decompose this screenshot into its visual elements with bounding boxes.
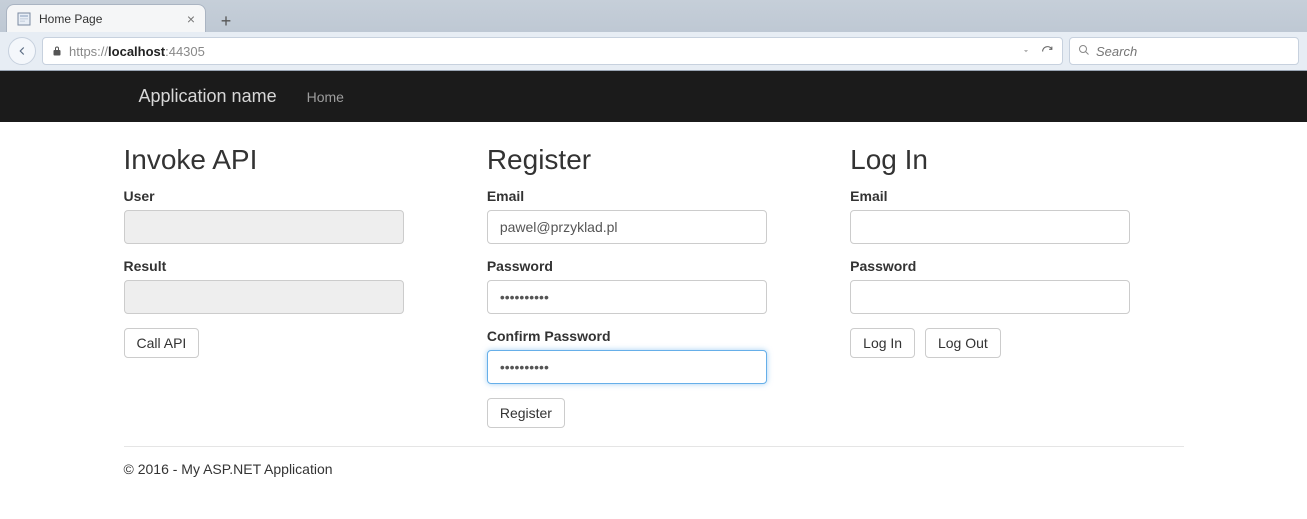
browser-search-input[interactable] <box>1096 44 1290 59</box>
browser-chrome: Home Page × + https://localhost:44305 <box>0 0 1307 71</box>
register-heading: Register <box>487 144 820 176</box>
login-heading: Log In <box>850 144 1183 176</box>
url-controls <box>1021 45 1054 58</box>
reload-icon[interactable] <box>1041 45 1054 58</box>
browser-tab[interactable]: Home Page × <box>6 4 206 32</box>
page-favicon <box>17 12 31 26</box>
register-section: Register Email Password Confirm Password… <box>487 144 820 428</box>
url-toolbar: https://localhost:44305 <box>0 32 1307 70</box>
page-content: Invoke API User Result Call API Register… <box>124 122 1184 509</box>
url-port: :44305 <box>165 44 205 59</box>
footer-divider <box>124 446 1184 447</box>
invoke-heading: Invoke API <box>124 144 457 176</box>
browser-search-box[interactable] <box>1069 37 1299 65</box>
logout-button[interactable]: Log Out <box>925 328 1001 358</box>
url-host: localhost <box>108 44 165 59</box>
tab-strip: Home Page × + <box>0 0 1307 32</box>
nav-link-home[interactable]: Home <box>307 89 344 105</box>
invoke-result-input[interactable] <box>124 280 404 314</box>
register-password-input[interactable] <box>487 280 767 314</box>
invoke-user-label: User <box>124 188 457 204</box>
register-confirm-label: Confirm Password <box>487 328 820 344</box>
app-navbar: Application name Home <box>0 71 1307 122</box>
register-email-input[interactable] <box>487 210 767 244</box>
register-confirm-input[interactable] <box>487 350 767 384</box>
navbar-brand[interactable]: Application name <box>139 86 277 107</box>
login-email-input[interactable] <box>850 210 1130 244</box>
invoke-result-label: Result <box>124 258 457 274</box>
search-icon <box>1078 43 1090 59</box>
invoke-api-section: Invoke API User Result Call API <box>124 144 457 428</box>
login-email-label: Email <box>850 188 1183 204</box>
login-password-input[interactable] <box>850 280 1130 314</box>
register-email-label: Email <box>487 188 820 204</box>
tab-close-icon[interactable]: × <box>187 11 195 27</box>
call-api-button[interactable]: Call API <box>124 328 200 358</box>
new-tab-button[interactable]: + <box>212 10 240 32</box>
nav-back-button[interactable] <box>8 37 36 65</box>
login-password-label: Password <box>850 258 1183 274</box>
url-text: https://localhost:44305 <box>69 44 1015 59</box>
footer-text: © 2016 - My ASP.NET Application <box>124 461 1184 491</box>
address-bar[interactable]: https://localhost:44305 <box>42 37 1063 65</box>
tab-title: Home Page <box>39 12 179 26</box>
url-protocol: https:// <box>69 44 108 59</box>
lock-icon <box>51 45 63 57</box>
dropdown-icon[interactable] <box>1021 46 1031 56</box>
invoke-user-input[interactable] <box>124 210 404 244</box>
register-password-label: Password <box>487 258 820 274</box>
login-button[interactable]: Log In <box>850 328 915 358</box>
login-section: Log In Email Password Log In Log Out <box>850 144 1183 428</box>
register-button[interactable]: Register <box>487 398 565 428</box>
